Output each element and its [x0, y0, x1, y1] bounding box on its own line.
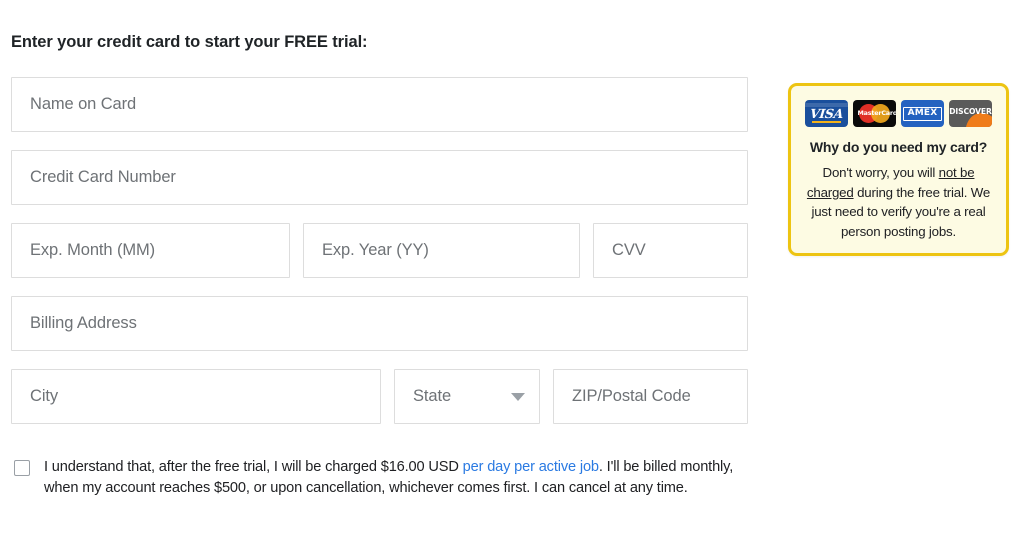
info-body-text-a: Don't worry, you will: [822, 165, 939, 180]
city-input[interactable]: City: [11, 369, 381, 424]
mastercard-wordmark: MasterCard: [857, 109, 897, 117]
why-card-info-box: VISA MasterCard AMEX DISCOVER Why do you…: [788, 83, 1009, 256]
info-box-title: Why do you need my card?: [809, 139, 988, 155]
name-on-card-placeholder: Name on Card: [30, 95, 137, 114]
cvv-input[interactable]: CVV: [593, 223, 748, 278]
cvv-placeholder: CVV: [612, 241, 646, 260]
info-box-body: Don't worry, you will not be charged dur…: [801, 163, 996, 241]
agreement-section: I understand that, after the free trial,…: [14, 457, 754, 498]
billing-address-input[interactable]: Billing Address: [11, 296, 748, 351]
amex-wordmark: AMEX: [907, 108, 938, 118]
credit-card-number-row: Credit Card Number: [11, 150, 748, 205]
name-on-card-input[interactable]: Name on Card: [11, 77, 748, 132]
exp-year-placeholder: Exp. Year (YY): [322, 241, 429, 260]
page-title: Enter your credit card to start your FRE…: [11, 33, 368, 51]
state-select[interactable]: State: [394, 369, 540, 424]
billing-address-row: Billing Address: [11, 296, 748, 351]
city-state-zip-row: City State ZIP/Postal Code: [11, 369, 748, 424]
exp-year-input[interactable]: Exp. Year (YY): [303, 223, 580, 278]
accepted-card-logos: VISA MasterCard AMEX DISCOVER: [801, 100, 996, 127]
agreement-text-part1: I understand that, after the free trial,…: [44, 459, 463, 475]
info-body-underline-not-be: not be: [938, 165, 975, 180]
per-day-per-active-job-link[interactable]: per day per active job: [463, 459, 599, 475]
credit-card-trial-form-page: Enter your credit card to start your FRE…: [0, 0, 1024, 541]
name-on-card-row: Name on Card: [11, 77, 748, 132]
credit-card-number-input[interactable]: Credit Card Number: [11, 150, 748, 205]
visa-card-logo: VISA: [805, 100, 848, 127]
amex-card-logo: AMEX: [901, 100, 944, 127]
zip-postal-code-placeholder: ZIP/Postal Code: [572, 387, 691, 406]
expiry-cvv-row: Exp. Month (MM) Exp. Year (YY) CVV: [11, 223, 748, 278]
credit-card-form: Name on Card Credit Card Number Exp. Mon…: [11, 77, 748, 424]
city-placeholder: City: [30, 387, 59, 406]
chevron-down-icon: [511, 392, 525, 401]
zip-postal-code-input[interactable]: ZIP/Postal Code: [553, 369, 748, 424]
info-body-underline-charged: charged: [806, 184, 854, 200]
credit-card-number-placeholder: Credit Card Number: [30, 168, 176, 187]
billing-address-placeholder: Billing Address: [30, 314, 137, 333]
agreement-checkbox[interactable]: [14, 460, 30, 476]
visa-gold-stripe: [812, 121, 841, 123]
visa-wordmark: VISA: [809, 105, 844, 121]
mastercard-circles: MasterCard: [857, 104, 897, 123]
exp-month-input[interactable]: Exp. Month (MM): [11, 223, 290, 278]
state-placeholder: State: [413, 387, 452, 406]
discover-wordmark: DISCOVER: [949, 107, 992, 116]
exp-month-placeholder: Exp. Month (MM): [30, 241, 156, 260]
amex-border-box: AMEX: [902, 106, 943, 121]
discover-card-logo: DISCOVER: [949, 100, 992, 127]
info-body-text-b: during the free trial.: [853, 184, 968, 200]
mastercard-card-logo: MasterCard: [853, 100, 896, 127]
agreement-text: I understand that, after the free trial,…: [44, 457, 754, 498]
